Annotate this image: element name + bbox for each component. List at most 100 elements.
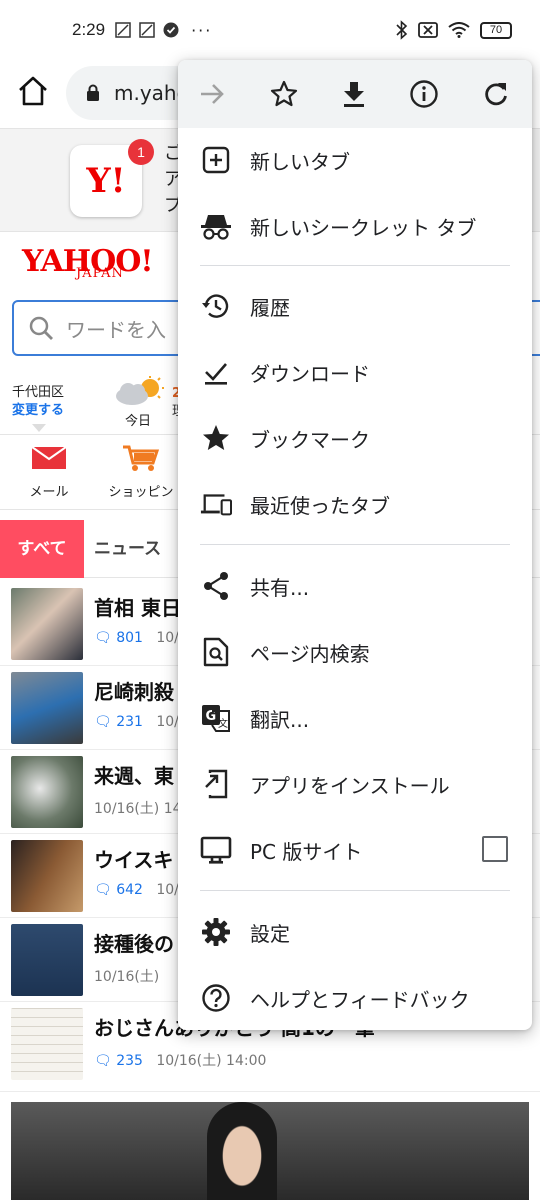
wifi-icon xyxy=(448,22,470,38)
history-icon xyxy=(200,290,232,322)
news-meta: 🗨 231 10/1 xyxy=(94,714,188,730)
pointer-icon xyxy=(32,424,46,432)
desktop-site-icon xyxy=(200,834,232,866)
menu-item-label: ダウンロード xyxy=(250,362,370,386)
news-thumbnail xyxy=(11,840,83,912)
menu-item-bookmarks[interactable]: ブックマーク xyxy=(178,406,532,470)
reload-button[interactable] xyxy=(478,76,514,112)
location-widget[interactable]: 千代田区 変更する xyxy=(12,384,64,420)
news-title: 尼崎刺殺 xyxy=(94,680,174,704)
reload-icon xyxy=(485,83,507,106)
settings-icon xyxy=(200,916,232,948)
menu-item-history[interactable]: 履歴 xyxy=(178,274,532,338)
menu-item-desktop-site[interactable]: PC 版サイト xyxy=(178,818,532,882)
menu-divider xyxy=(200,544,510,545)
menu-item-recent-tabs[interactable]: 最近使ったタブ xyxy=(178,472,532,536)
quick-link-shopping[interactable]: ショッピン xyxy=(104,443,178,500)
menu-item-label: ブックマーク xyxy=(250,428,370,452)
menu-item-help-feedback[interactable]: ヘルプとフィードバック xyxy=(178,966,532,1030)
quick-link-label: ショッピン xyxy=(108,485,174,500)
new-tab-icon xyxy=(200,144,232,176)
news-date: 10/16(土) 14 xyxy=(94,801,182,817)
tab-all[interactable]: すべて xyxy=(0,520,84,578)
news-thumbnail xyxy=(11,1008,83,1080)
menu-item-label: 翻訳... xyxy=(250,708,310,732)
menu-item-new-tab[interactable]: 新しいタブ xyxy=(178,128,532,192)
find-in-page-icon xyxy=(200,636,232,668)
menu-item-label: PC 版サイト xyxy=(250,840,363,864)
comment-count: 235 xyxy=(116,1053,143,1069)
weather-today-label: 今日 xyxy=(125,414,152,429)
menu-item-label: ページ内検索 xyxy=(250,642,370,666)
mail-icon xyxy=(31,446,67,469)
forward-icon xyxy=(201,84,224,104)
quick-link-mail[interactable]: メール xyxy=(20,443,78,500)
bluetooth-icon xyxy=(396,20,408,40)
downloads-icon xyxy=(200,356,232,388)
menu-item-settings[interactable]: 設定 xyxy=(178,900,532,964)
download-button[interactable] xyxy=(336,76,372,112)
menu-item-downloads[interactable]: ダウンロード xyxy=(178,340,532,404)
notification-icon xyxy=(115,22,131,38)
menu-item-translate[interactable]: G文 翻訳... xyxy=(178,686,532,750)
translate-icon: G文 xyxy=(200,702,232,734)
weather-icon xyxy=(116,376,164,405)
forward-button[interactable] xyxy=(194,76,230,112)
menu-item-label: 設定 xyxy=(250,922,290,946)
news-meta: 10/16(土) xyxy=(94,966,159,986)
news-date: 10/16(土) 14:00 xyxy=(156,1053,267,1069)
home-icon[interactable] xyxy=(16,74,50,108)
ad-banner[interactable] xyxy=(11,1102,529,1200)
shopping-cart-icon xyxy=(123,445,160,471)
bookmark-button[interactable] xyxy=(266,76,302,112)
menu-item-share[interactable]: 共有... xyxy=(178,554,532,618)
news-thumbnail xyxy=(11,756,83,828)
notification-icon xyxy=(139,22,155,38)
lock-icon xyxy=(87,84,99,101)
menu-item-label: 共有... xyxy=(250,576,310,600)
menu-item-label: 新しいタブ xyxy=(250,150,350,174)
notification-icons xyxy=(115,22,179,38)
overflow-menu: 新しいタブ 新しいシークレット タブ 履歴 ダウンロード ブックマーク 最近使っ… xyxy=(178,60,532,1030)
menu-item-label: 新しいシークレット タブ xyxy=(250,216,477,240)
news-meta: 10/16(土) 14 xyxy=(94,798,182,818)
desktop-site-checkbox[interactable] xyxy=(482,836,508,862)
menu-item-install-app[interactable]: アプリをインストール xyxy=(178,752,532,816)
search-icon xyxy=(29,316,53,340)
notification-badge: 1 xyxy=(128,139,154,165)
incognito-icon xyxy=(200,210,232,242)
menu-item-new-incognito-tab[interactable]: 新しいシークレット タブ xyxy=(178,194,532,258)
info-icon xyxy=(410,80,438,108)
news-title: ウイスキ xyxy=(94,848,174,872)
banner-portrait xyxy=(207,1102,277,1200)
bookmark-star-icon xyxy=(270,80,298,107)
yahoo-logo-sub: JAPAN xyxy=(76,266,124,281)
bookmarks-icon xyxy=(200,422,232,454)
recent-tabs-icon xyxy=(200,488,232,520)
check-circle-icon xyxy=(163,22,179,38)
battery-indicator: 70 xyxy=(480,21,512,39)
status-time: 2:29 xyxy=(72,20,106,39)
location-change-link[interactable]: 変更する xyxy=(12,402,64,420)
news-thumbnail xyxy=(11,672,83,744)
news-title: 接種後の xyxy=(94,932,174,956)
help-icon xyxy=(200,982,232,1014)
install-app-icon xyxy=(200,768,232,800)
news-meta: 🗨 801 10/1 xyxy=(94,630,188,646)
comment-count: 642 xyxy=(116,882,143,898)
menu-divider xyxy=(200,265,510,266)
news-date: 10/16(土) xyxy=(94,969,160,985)
menu-item-find-in-page[interactable]: ページ内検索 xyxy=(178,620,532,684)
news-title: 来週、東 xyxy=(94,764,174,788)
download-icon xyxy=(344,82,364,107)
menu-item-label: ヘルプとフィードバック xyxy=(250,988,470,1012)
search-placeholder: ワードを入 xyxy=(66,317,166,342)
news-thumbnail xyxy=(11,588,83,660)
page-info-button[interactable] xyxy=(406,76,442,112)
menu-item-label: 履歴 xyxy=(250,296,290,320)
tab-news[interactable]: ニュース xyxy=(94,520,161,578)
menu-item-label: 最近使ったタブ xyxy=(250,494,390,518)
comment-count: 801 xyxy=(116,630,143,646)
more-notifications: ··· xyxy=(191,20,213,40)
news-thumbnail xyxy=(11,924,83,996)
